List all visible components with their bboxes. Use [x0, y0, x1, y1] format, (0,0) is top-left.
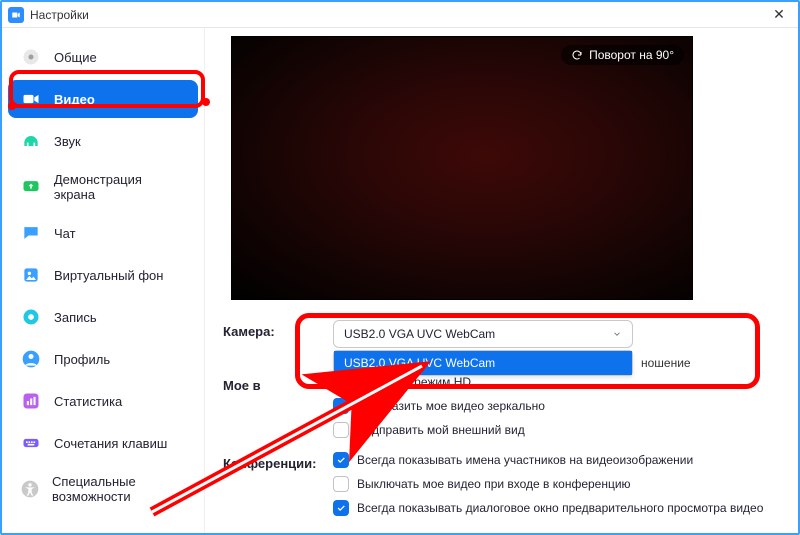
camera-dropdown: USB2.0 VGA UVC WebCam: [333, 350, 633, 376]
video-icon: [20, 88, 42, 110]
sidebar-item-label: Виртуальный фон: [54, 268, 163, 283]
checkbox-unchecked-icon: [333, 476, 349, 492]
sidebar-item-shortcuts[interactable]: Сочетания клавиш: [8, 424, 198, 462]
camera-select[interactable]: USB2.0 VGA UVC WebCam: [333, 320, 633, 348]
profile-icon: [20, 348, 42, 370]
sidebar-item-recording[interactable]: Запись: [8, 298, 198, 336]
headphones-icon: [20, 130, 42, 152]
check-preview-dialog[interactable]: Всегда показывать диалоговое окно предва…: [333, 500, 780, 516]
camera-option[interactable]: USB2.0 VGA UVC WebCam: [334, 351, 632, 375]
sidebar-item-general[interactable]: Общие: [8, 38, 198, 76]
check-label: Выключать мое видео при входе в конферен…: [357, 477, 631, 491]
check-label: Включить режим HD: [357, 375, 471, 389]
conference-label: Конференции:: [223, 452, 333, 471]
check-enable-hd[interactable]: Включить режим HD: [333, 374, 780, 390]
rotate-icon: [571, 49, 583, 61]
checkbox-unchecked-icon: [333, 422, 349, 438]
sidebar-item-audio[interactable]: Звук: [8, 122, 198, 160]
sidebar-item-label: Запись: [54, 310, 97, 325]
sidebar-item-label: Специальные возможности: [52, 474, 186, 504]
sidebar-item-label: Сочетания клавиш: [54, 436, 167, 451]
record-icon: [20, 306, 42, 328]
check-label: Подправить мой внешний вид: [357, 423, 525, 437]
sidebar-item-share-screen[interactable]: Демонстрация экрана: [8, 164, 198, 210]
window-title: Настройки: [30, 8, 89, 22]
chat-icon: [20, 222, 42, 244]
check-mirror-video[interactable]: Отобразить мое видео зеркально: [333, 398, 780, 414]
sidebar-item-virtual-bg[interactable]: Виртуальный фон: [8, 256, 198, 294]
share-screen-icon: [20, 176, 42, 198]
gear-icon: [20, 46, 42, 68]
checkbox-checked-icon: [333, 452, 349, 468]
sidebar-item-label: Чат: [54, 226, 76, 241]
conference-section: Конференции: Всегда показывать имена уча…: [223, 452, 780, 516]
check-label: Всегда показывать диалоговое окно предва…: [357, 501, 763, 515]
sidebar-item-accessibility[interactable]: Специальные возможности: [8, 466, 198, 512]
sidebar-item-video[interactable]: Видео: [8, 80, 198, 118]
settings-window: Настройки ✕ Общие Видео Звук: [0, 0, 800, 535]
sidebar-item-label: Демонстрация экрана: [54, 172, 186, 202]
camera-selected-value: USB2.0 VGA UVC WebCam: [344, 327, 495, 341]
titlebar: Настройки ✕: [2, 2, 798, 28]
check-label: Отобразить мое видео зеркально: [357, 399, 545, 413]
rotate-button[interactable]: Поворот на 90°: [561, 45, 684, 65]
sidebar-item-label: Звук: [54, 134, 81, 149]
video-preview: Поворот на 90°: [231, 36, 693, 300]
camera-label: Камера:: [223, 320, 333, 339]
check-show-names[interactable]: Всегда показывать имена участников на ви…: [333, 452, 780, 468]
sidebar-item-statistics[interactable]: Статистика: [8, 382, 198, 420]
my-video-section: Мое в Включить режим HD Отобразить мое в…: [223, 374, 780, 438]
aspect-ratio-label-fragment: ношение: [641, 356, 691, 370]
stats-icon: [20, 390, 42, 412]
sidebar-item-label: Общие: [54, 50, 97, 65]
check-mute-video-on-join[interactable]: Выключать мое видео при входе в конферен…: [333, 476, 780, 492]
sidebar: Общие Видео Звук Демонстрация экрана: [2, 28, 205, 533]
check-label: Всегда показывать имена участников на ви…: [357, 453, 693, 467]
camera-section: Камера: USB2.0 VGA UVC WebCam USB2.0 VGA…: [223, 320, 780, 348]
window-body: Общие Видео Звук Демонстрация экрана: [2, 28, 798, 533]
checkbox-checked-icon: [333, 500, 349, 516]
sidebar-item-label: Статистика: [54, 394, 122, 409]
sidebar-item-label: Видео: [54, 92, 95, 107]
content-pane: Поворот на 90° Камера: USB2.0 VGA UVC We…: [205, 28, 798, 533]
keyboard-icon: [20, 432, 42, 454]
accessibility-icon: [20, 478, 40, 500]
rotate-label: Поворот на 90°: [589, 48, 674, 62]
chevron-down-icon: [612, 329, 622, 339]
virtual-bg-icon: [20, 264, 42, 286]
check-touch-up[interactable]: Подправить мой внешний вид: [333, 422, 780, 438]
app-icon: [8, 7, 24, 23]
close-button[interactable]: ✕: [766, 6, 792, 23]
sidebar-item-chat[interactable]: Чат: [8, 214, 198, 252]
my-video-label: Мое в: [223, 374, 333, 393]
checkbox-unchecked-icon: [333, 374, 349, 390]
checkbox-checked-icon: [333, 398, 349, 414]
sidebar-item-label: Профиль: [54, 352, 110, 367]
sidebar-item-profile[interactable]: Профиль: [8, 340, 198, 378]
